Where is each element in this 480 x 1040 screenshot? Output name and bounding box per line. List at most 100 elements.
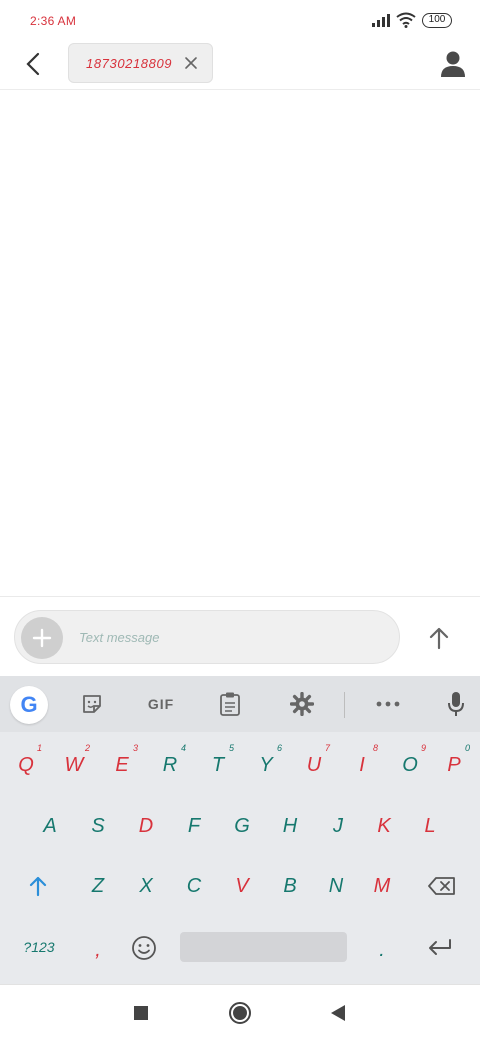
key-hint: 7 <box>324 743 330 753</box>
key-hint: 9 <box>420 743 426 753</box>
google-button[interactable]: G <box>10 686 48 724</box>
key-u[interactable]: U7 <box>292 739 336 791</box>
key-w[interactable]: W2 <box>52 739 96 791</box>
square-icon <box>134 1006 148 1020</box>
emoji-key[interactable] <box>122 922 166 974</box>
back-icon[interactable] <box>18 48 50 80</box>
key-j[interactable]: J <box>316 800 360 852</box>
key-label: L <box>424 814 436 837</box>
more-icon <box>376 701 400 707</box>
keyboard: G GIF Q 1 W 2 E 3 R 4 T 5 Y 6 U 7 I 8 O … <box>0 676 480 984</box>
signal-icon <box>372 13 390 27</box>
keyboard-toolbar: G GIF <box>0 676 480 732</box>
plus-icon <box>32 628 52 648</box>
back-nav-button[interactable] <box>323 998 353 1028</box>
status-bar: 2:36 AM 100 <box>0 0 480 42</box>
enter-icon <box>429 939 451 955</box>
contact-icon[interactable] <box>440 50 466 78</box>
key-hint: 3 <box>132 743 138 753</box>
comma-key[interactable]: , <box>76 924 120 976</box>
clipboard-button[interactable] <box>212 686 248 722</box>
voice-button[interactable] <box>438 686 474 722</box>
key-label: G <box>234 814 250 837</box>
shift-key[interactable] <box>16 860 60 912</box>
key-label: U <box>306 753 322 776</box>
key-label: ?123 <box>23 939 55 955</box>
key-label: R <box>162 753 178 776</box>
key-label: F <box>187 814 201 837</box>
backspace-icon <box>428 877 455 895</box>
key-label: J <box>333 814 343 837</box>
period-key[interactable]: . <box>360 924 404 976</box>
key-i[interactable]: I8 <box>340 739 384 791</box>
message-input[interactable] <box>79 625 379 649</box>
send-button[interactable] <box>420 619 458 657</box>
key-e[interactable]: E3 <box>100 739 144 791</box>
key-g[interactable]: G <box>220 800 264 852</box>
symbols-key[interactable]: ?123 <box>14 926 64 968</box>
conversation-header: 18730218809 <box>0 42 480 90</box>
more-button[interactable] <box>370 686 406 722</box>
key-l[interactable]: L <box>408 800 452 852</box>
key-x[interactable]: X <box>124 860 168 912</box>
home-button[interactable] <box>225 998 255 1028</box>
space-key[interactable] <box>180 932 347 962</box>
clipboard-icon <box>220 692 240 716</box>
key-hint: 6 <box>276 743 282 753</box>
key-hint: 0 <box>464 743 470 753</box>
key-f[interactable]: F <box>172 800 216 852</box>
key-label: K <box>377 814 391 837</box>
enter-key[interactable] <box>418 922 462 974</box>
key-s[interactable]: S <box>76 800 120 852</box>
key-hint: 1 <box>36 743 42 753</box>
key-c[interactable]: C <box>172 860 216 912</box>
recipient-number: 18730218809 <box>86 55 173 71</box>
settings-button[interactable] <box>284 686 320 722</box>
key-label: M <box>373 874 391 897</box>
key-q[interactable]: Q1 <box>4 739 48 791</box>
microphone-icon <box>448 692 464 716</box>
key-hint: 4 <box>180 743 186 753</box>
key-m[interactable]: M <box>360 860 404 912</box>
battery-icon: 100 <box>422 12 452 28</box>
key-n[interactable]: N <box>314 860 358 912</box>
key-a[interactable]: A <box>28 800 72 852</box>
status-icons: 100 <box>372 12 452 28</box>
key-o[interactable]: O9 <box>388 739 432 791</box>
gear-icon <box>290 692 314 716</box>
key-label: T <box>211 753 225 776</box>
key-label: , <box>95 938 101 961</box>
messages-area <box>0 91 480 596</box>
attach-button[interactable] <box>21 617 63 659</box>
key-b[interactable]: B <box>268 860 312 912</box>
key-k[interactable]: K <box>362 800 406 852</box>
shift-icon <box>29 876 47 897</box>
google-icon: G <box>20 692 38 717</box>
key-r[interactable]: R4 <box>148 739 192 791</box>
backspace-key[interactable] <box>420 860 464 912</box>
key-label: B <box>283 874 297 897</box>
key-hint: 5 <box>228 743 234 753</box>
close-icon[interactable] <box>184 56 198 70</box>
key-hint: 8 <box>372 743 378 753</box>
gif-label: GIF <box>147 696 175 712</box>
sticker-button[interactable] <box>74 686 110 722</box>
compose-field <box>14 610 400 664</box>
arrow-up-icon <box>429 627 449 650</box>
recents-button[interactable] <box>126 998 156 1028</box>
key-label: O <box>402 753 418 776</box>
key-d[interactable]: D <box>124 800 168 852</box>
key-label: H <box>282 814 298 837</box>
navigation-bar <box>0 984 480 1040</box>
key-label: W <box>64 753 84 776</box>
recipient-chip[interactable]: 18730218809 <box>68 43 213 83</box>
key-label: A <box>43 814 57 837</box>
key-p[interactable]: P0 <box>432 739 476 791</box>
key-t[interactable]: T5 <box>196 739 240 791</box>
key-z[interactable]: Z <box>76 860 120 912</box>
key-v[interactable]: V <box>220 860 264 912</box>
key-y[interactable]: Y6 <box>244 739 288 791</box>
gif-button[interactable]: GIF <box>138 686 184 722</box>
key-h[interactable]: H <box>268 800 312 852</box>
key-label: D <box>138 814 154 837</box>
